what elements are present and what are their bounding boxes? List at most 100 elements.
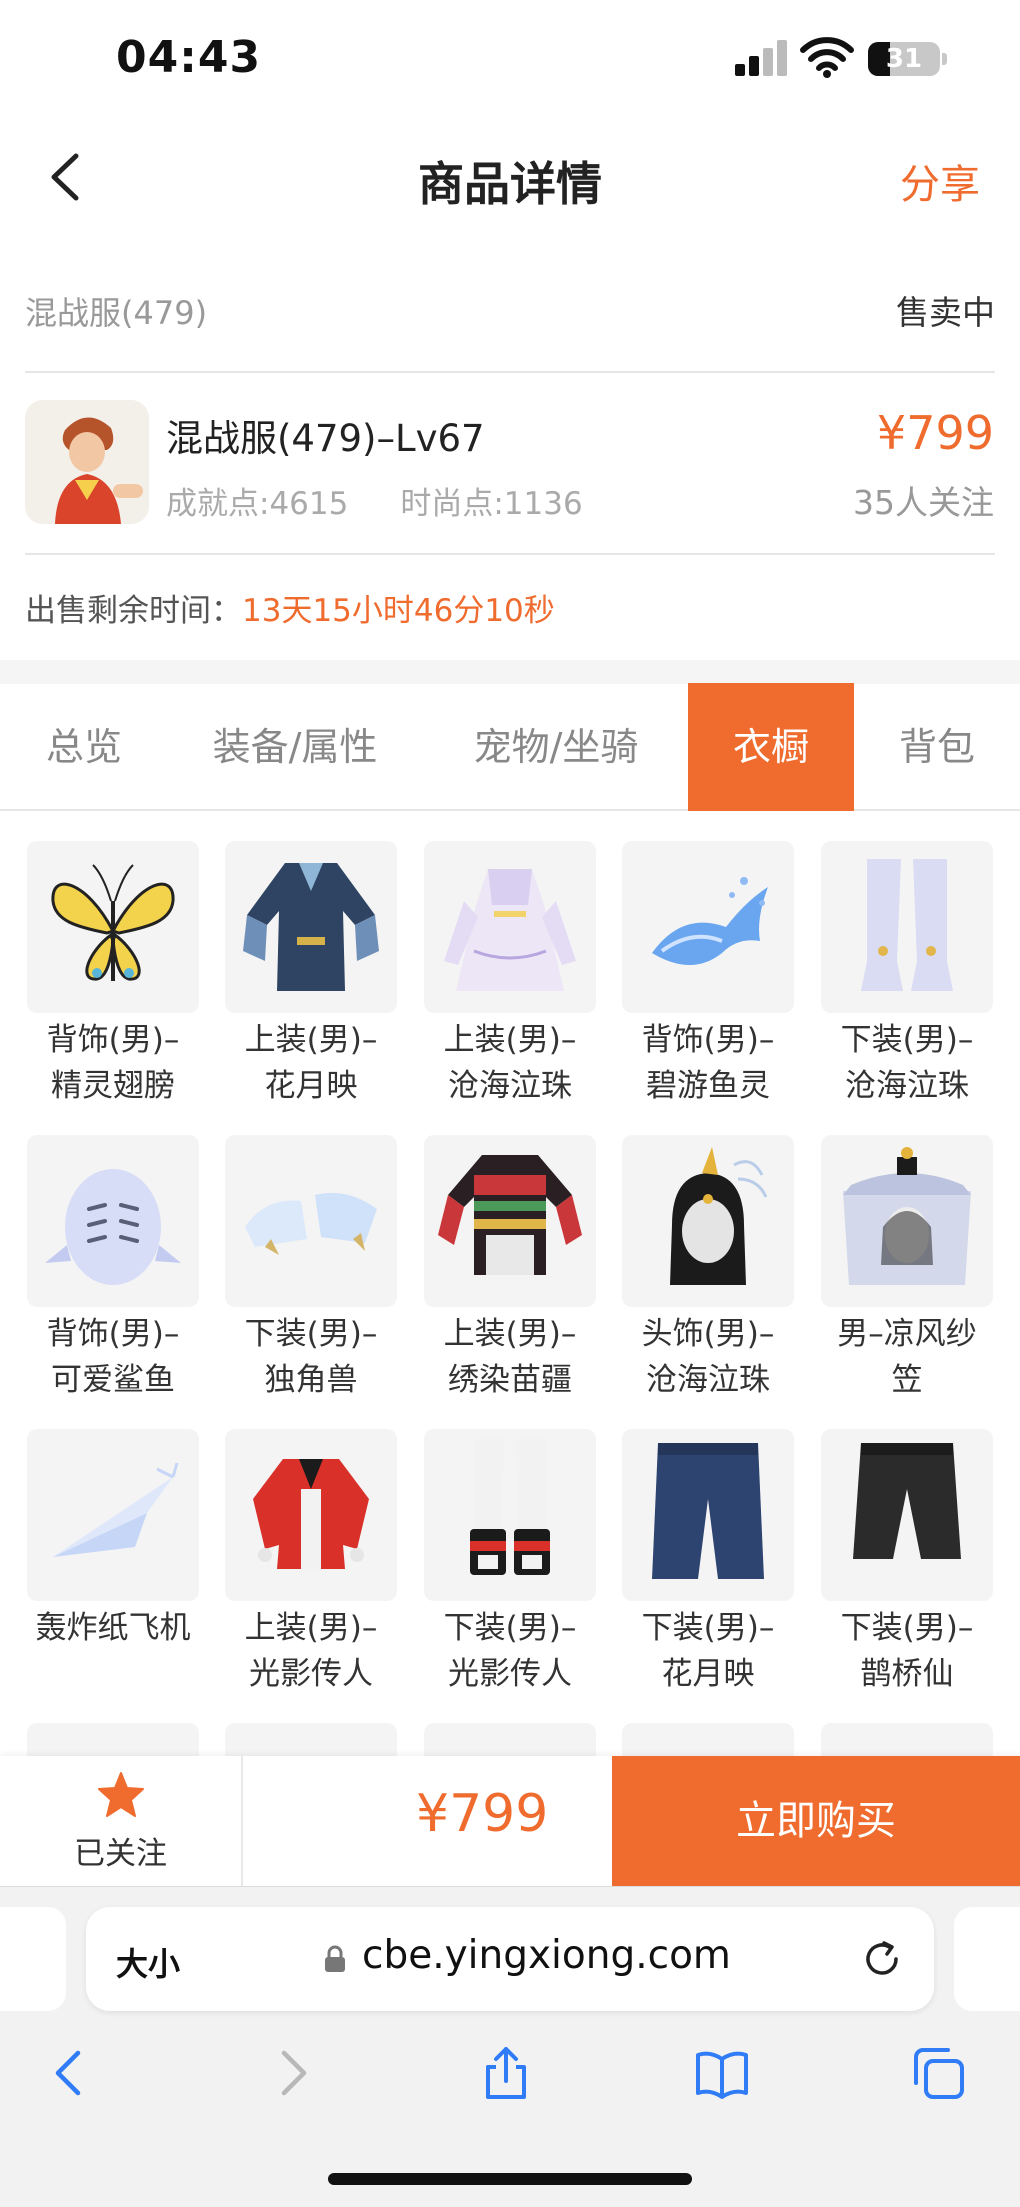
wardrobe-item[interactable]: 下装(男)– 花月映 bbox=[622, 1429, 794, 1697]
dark-robe-icon bbox=[225, 841, 397, 1013]
wardrobe-item[interactable]: 轰炸纸飞机 bbox=[27, 1429, 199, 1651]
wardrobe-item[interactable]: 男–凉风纱笠 bbox=[821, 1135, 993, 1403]
item-thumbnail bbox=[225, 1723, 397, 1756]
item-stats: 成就点:4615 时尚点:1136 bbox=[166, 478, 635, 523]
achievement-points: 成就点:4615 bbox=[166, 486, 349, 522]
wardrobe-item[interactable]: 上装(男)– 光影传人 bbox=[225, 1429, 397, 1697]
bar-price: ¥799 bbox=[416, 1784, 549, 1844]
tab-wardrobe[interactable]: 衣橱 bbox=[688, 683, 854, 811]
blue-pants-icon bbox=[622, 1429, 794, 1601]
follower-count: 35人关注 bbox=[853, 483, 994, 522]
butterfly-wings-icon bbox=[27, 841, 199, 1013]
lock-icon bbox=[325, 1945, 345, 1972]
item-name: 背饰(男)– 可爱鲨鱼 bbox=[46, 1316, 180, 1398]
item-name: 下装(男)– 鹊桥仙 bbox=[840, 1610, 974, 1692]
status-badge: 售卖中 bbox=[896, 293, 995, 332]
browser-forward-icon[interactable] bbox=[264, 2045, 320, 2101]
tab-pets[interactable]: 宠物/坐骑 bbox=[446, 683, 666, 811]
wardrobe-item[interactable]: 下装(男)– 沧海泣珠 bbox=[821, 841, 993, 1109]
item-name: 下装(男)– 独角兽 bbox=[244, 1316, 378, 1398]
item-summary: 混战服(479)–Lv67 成就点:4615 时尚点:1136 ¥799 35人关… bbox=[0, 378, 1020, 553]
red-jacket-icon bbox=[225, 1429, 397, 1601]
wardrobe-item[interactable]: 背饰(男)– 可爱鲨鱼 bbox=[27, 1135, 199, 1403]
tab-equipment[interactable]: 装备/属性 bbox=[190, 683, 400, 811]
text-size-button[interactable]: 大小 bbox=[116, 1939, 180, 1985]
clock: 04:43 bbox=[116, 32, 262, 83]
server-name: 混战服(479) bbox=[25, 294, 208, 332]
wardrobe-item[interactable]: 背饰(男)– 碧游鱼灵 bbox=[622, 841, 794, 1109]
nav-bar: 商品详情 分享 bbox=[0, 120, 1020, 230]
home-indicator bbox=[328, 2173, 692, 2185]
buy-now-button[interactable]: 立即购买 bbox=[612, 1756, 1020, 1886]
follow-button[interactable]: 已关注 bbox=[0, 1756, 243, 1886]
character-avatar bbox=[25, 400, 149, 524]
url-text[interactable]: cbe.yingxiong.com bbox=[362, 1933, 731, 1978]
share-button[interactable]: 分享 bbox=[900, 152, 980, 210]
bookmarks-icon[interactable] bbox=[694, 2045, 750, 2101]
cellular-signal-icon bbox=[735, 40, 789, 76]
item-thumbnail bbox=[622, 1723, 794, 1756]
wardrobe-item[interactable]: 上装(男)– 花月映 bbox=[225, 841, 397, 1109]
item-price: ¥799 bbox=[876, 406, 994, 460]
item-name: 轰炸纸飞机 bbox=[35, 1610, 191, 1646]
wardrobe-item[interactable]: 背饰(男)– 精灵翅膀 bbox=[27, 841, 199, 1109]
item-name: 头饰(男)– 沧海泣珠 bbox=[641, 1316, 775, 1398]
unicorn-shoes-icon bbox=[225, 1135, 397, 1307]
browser-back-icon[interactable] bbox=[42, 2045, 98, 2101]
tabs-icon[interactable] bbox=[910, 2045, 966, 2101]
wardrobe-item[interactable] bbox=[622, 1723, 794, 1756]
wardrobe-item[interactable]: 头饰(男)– 沧海泣珠 bbox=[622, 1135, 794, 1403]
item-name: 下装(男)– 花月映 bbox=[641, 1610, 775, 1692]
embroidered-top-icon bbox=[424, 1135, 596, 1307]
white-boots-icon bbox=[821, 841, 993, 1013]
wardrobe-item[interactable]: 上装(男)– 沧海泣珠 bbox=[424, 841, 596, 1109]
wardrobe-item[interactable] bbox=[225, 1723, 397, 1756]
item-thumbnail bbox=[821, 1723, 993, 1756]
remaining-time-label: 出售剩余时间： bbox=[25, 593, 242, 629]
remaining-time: 出售剩余时间：13天15小时46分10秒 bbox=[25, 585, 555, 630]
wardrobe-item[interactable] bbox=[27, 1723, 199, 1756]
divider bbox=[25, 553, 995, 555]
wifi-icon bbox=[800, 37, 854, 78]
previous-tab-card[interactable] bbox=[0, 1907, 66, 2011]
item-name: 上装(男)– 沧海泣珠 bbox=[443, 1022, 577, 1104]
white-dress-icon bbox=[424, 841, 596, 1013]
divider bbox=[25, 371, 995, 373]
headdress-icon bbox=[622, 1135, 794, 1307]
white-pants-icon bbox=[424, 1429, 596, 1601]
tab-overview[interactable]: 总览 bbox=[0, 683, 168, 811]
item-name: 下装(男)– 沧海泣珠 bbox=[840, 1022, 974, 1104]
address-bar[interactable]: 大小 cbe.yingxiong.com bbox=[86, 1907, 934, 2011]
reload-icon[interactable] bbox=[860, 1937, 904, 1981]
star-icon bbox=[98, 1772, 144, 1817]
page-title: 商品详情 bbox=[418, 157, 602, 211]
item-name: 男–凉风纱笠 bbox=[837, 1316, 977, 1398]
item-name: 背饰(男)– 碧游鱼灵 bbox=[641, 1022, 775, 1104]
battery-tip bbox=[942, 53, 947, 65]
wardrobe-item[interactable] bbox=[821, 1723, 993, 1756]
tab-backpack[interactable]: 背包 bbox=[876, 683, 998, 811]
item-name: 上装(男)– 绣染苗疆 bbox=[443, 1316, 577, 1398]
item-thumbnail bbox=[424, 1723, 596, 1756]
server-row: 混战服(479) 售卖中 bbox=[0, 270, 1020, 370]
section-gap bbox=[0, 660, 1020, 684]
wardrobe-grid: 背饰(男)– 精灵翅膀 上装(男)– 花月映 上装(男)– 沧海泣珠 背饰(男)… bbox=[0, 813, 1020, 1756]
item-name: 上装(男)– 光影传人 bbox=[244, 1610, 378, 1692]
paper-plane-icon bbox=[27, 1429, 199, 1601]
wardrobe-item[interactable]: 下装(男)– 光影传人 bbox=[424, 1429, 596, 1697]
wardrobe-item[interactable] bbox=[424, 1723, 596, 1756]
item-title: 混战服(479)–Lv67 bbox=[166, 417, 485, 460]
remaining-time-value: 13天15小时46分10秒 bbox=[242, 593, 555, 629]
follow-label: 已关注 bbox=[74, 1836, 167, 1872]
next-tab-card[interactable] bbox=[954, 1907, 1020, 2011]
item-name: 下装(男)– 光影传人 bbox=[443, 1610, 577, 1692]
veil-hat-icon bbox=[821, 1135, 993, 1307]
water-fish-icon bbox=[622, 841, 794, 1013]
item-name: 上装(男)– 花月映 bbox=[244, 1022, 378, 1104]
wardrobe-item[interactable]: 上装(男)– 绣染苗疆 bbox=[424, 1135, 596, 1403]
purchase-bar: 已关注 ¥799 立即购买 bbox=[0, 1756, 1020, 1886]
wardrobe-item[interactable]: 下装(男)– 独角兽 bbox=[225, 1135, 397, 1403]
wardrobe-item[interactable]: 下装(男)– 鹊桥仙 bbox=[821, 1429, 993, 1697]
share-sheet-icon[interactable] bbox=[478, 2045, 534, 2101]
tab-bar: 总览 装备/属性 宠物/坐骑 衣橱 背包 bbox=[0, 683, 1020, 811]
